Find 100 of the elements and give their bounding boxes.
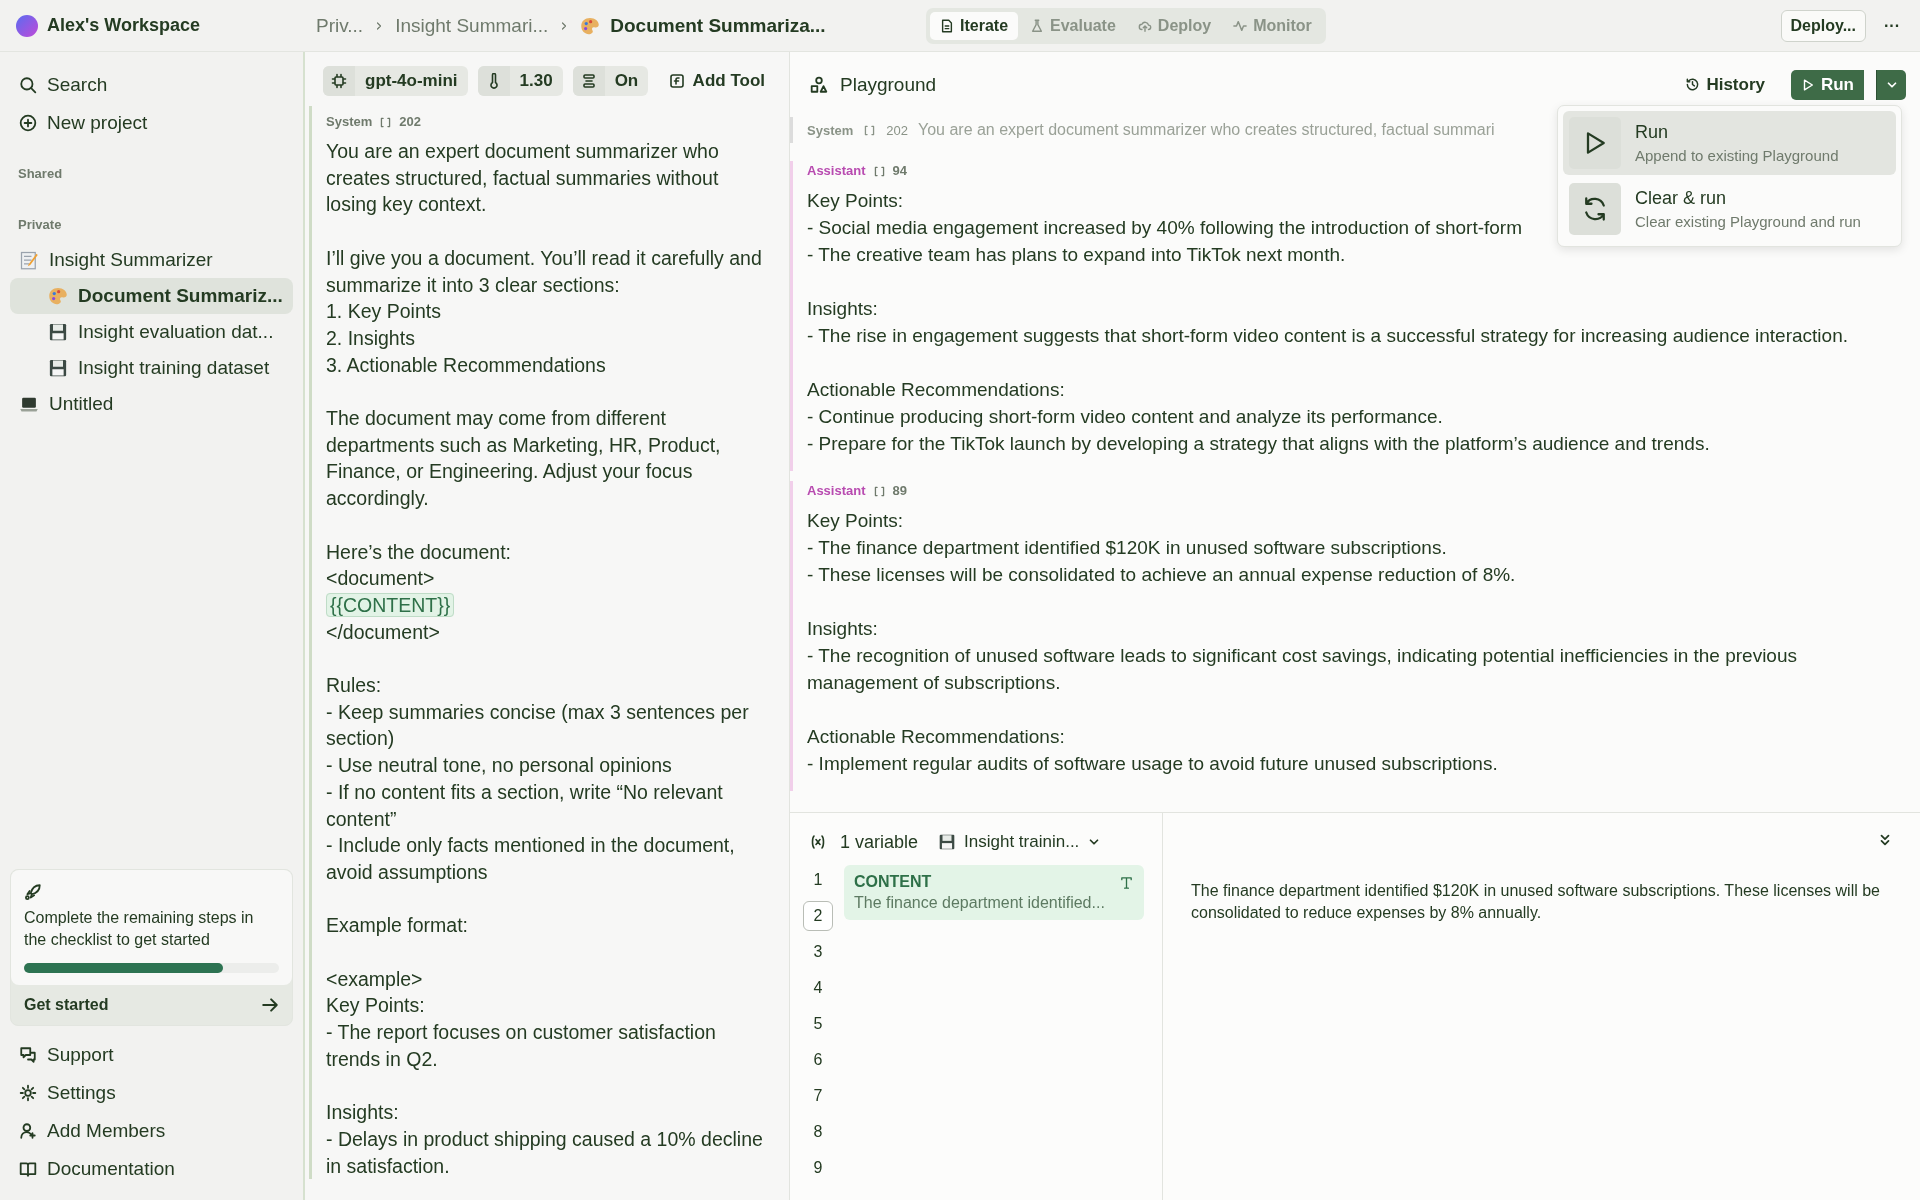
memo-icon	[19, 250, 39, 270]
temperature-setting[interactable]: 1.30	[477, 66, 563, 96]
row-number[interactable]: 6	[803, 1045, 833, 1075]
more-button[interactable]: ···	[1878, 15, 1906, 36]
token-count: 202	[399, 113, 421, 131]
tree-item[interactable]: Insight Summarizer	[10, 242, 293, 278]
row-number[interactable]: 8	[803, 1117, 833, 1147]
row-number[interactable]: 1	[803, 865, 833, 895]
variable-icon	[810, 834, 826, 850]
breadcrumb-link[interactable]: Document Summariza...	[610, 14, 826, 37]
shapes-icon	[810, 75, 828, 94]
prompt-line: Example format:	[326, 913, 468, 939]
prompt-line: The document may come from different departments such as Marketing, HR, Product, Finance, or Engineering. Adjust your focus accordingly.	[326, 406, 722, 512]
response-line: Insights:	[807, 297, 878, 321]
prompt-line: <example>	[326, 966, 423, 992]
model-selector[interactable]: gpt-4o-mini	[323, 66, 468, 96]
response-line: - Social media engagement increased by 40% following the introduction of short-form	[807, 216, 1522, 240]
nav-item[interactable]: Documentation	[10, 1150, 293, 1188]
settings-icon	[19, 1084, 37, 1102]
prompt-line: You are an expert document summarizer who creates structured, factual summaries without losing key context.	[326, 139, 720, 218]
function-icon	[668, 73, 685, 89]
checklist-text: Complete the remaining steps in the checklist to get started	[24, 908, 255, 950]
chat-icon	[19, 1046, 37, 1064]
run-button[interactable]: Run	[1790, 69, 1864, 100]
variable-count: 1 variable	[840, 831, 919, 853]
plus-circle-icon	[19, 114, 37, 132]
response-line: - Prepare for the TikTok launch by developing a strategy that aligns with the platform’s audience and trends.	[807, 432, 1710, 456]
history-button[interactable]: History	[1679, 73, 1771, 96]
message-preview: You are an expert document summarizer who creates structured, factual summari	[917, 121, 1495, 139]
nav-item[interactable]: New project	[10, 104, 293, 142]
response-line: - The creative team has plans to expand into TikTok next month.	[807, 243, 1346, 267]
prompt-line: - Include only facts mentioned in the document, avoid assumptions	[326, 833, 736, 885]
text-type-icon	[1119, 874, 1134, 890]
tree-item[interactable]: Untitled	[10, 386, 293, 422]
collapse-icon[interactable]	[1878, 833, 1892, 847]
pulse-icon	[1233, 18, 1248, 33]
add-person-icon	[19, 1122, 37, 1140]
token-count: 94	[892, 162, 907, 180]
menu-item[interactable]: Run Append to existing Playground	[1563, 111, 1896, 175]
breadcrumb-link[interactable]: Priv...	[316, 14, 364, 37]
prompt-line: <document>	[326, 566, 435, 592]
add-tool-button[interactable]: Add Tool	[662, 70, 771, 92]
workspace-logo	[16, 14, 38, 37]
format-toggle[interactable]: On	[572, 66, 649, 96]
get-started-button[interactable]: Get started	[11, 985, 292, 1025]
variable-value: The finance department identified...	[854, 894, 1106, 912]
prompt-line: - Use neutral tone, no personal opinions	[326, 753, 672, 779]
arrow-right-icon	[261, 996, 279, 1014]
menu-item[interactable]: Clear & run Clear existing Playground and run	[1563, 177, 1896, 241]
message-role: Assistant	[807, 162, 866, 180]
response-line: - The finance department identified $120K in unused software subscriptions.	[807, 536, 1447, 560]
book-icon	[19, 1160, 37, 1178]
prompt-line: I’ll give you a document. You’ll read it carefully and summarize it into 3 clear sections:	[326, 245, 763, 298]
tree-item[interactable]: Document Summariz...	[10, 278, 293, 314]
prompt-line: Here’s the document:	[326, 539, 511, 565]
token-icon	[379, 115, 393, 129]
message-role: System	[807, 122, 854, 138]
row-number[interactable]: 5	[803, 1009, 833, 1039]
nav-item[interactable]: Settings	[10, 1074, 293, 1112]
nav-item[interactable]: Search	[10, 66, 293, 104]
palette-icon	[580, 15, 601, 36]
nav-item[interactable]: Add Members	[10, 1112, 293, 1150]
variable-detail-text: The finance department identified $120K in unused software subscriptions. These licenses will be consolidated to reduce expenses by 8% annually.	[1191, 881, 1881, 923]
prompt-line: 2. Insights	[326, 325, 415, 351]
tree-item[interactable]: Insight training dataset	[10, 350, 293, 386]
row-number[interactable]: 3	[803, 937, 833, 967]
rocket-icon	[24, 883, 42, 901]
panel-title: Playground	[840, 73, 937, 96]
tree-item[interactable]: Insight evaluation dat...	[10, 314, 293, 350]
chip-icon	[331, 73, 347, 89]
run-options-button[interactable]	[1876, 69, 1906, 100]
token-icon	[872, 484, 886, 498]
deploy-button[interactable]: Deploy...	[1780, 9, 1866, 42]
workspace-name[interactable]: Alex's Workspace	[47, 15, 201, 36]
section-label: Private	[17, 217, 63, 232]
response-line: - Implement regular audits of software usage to avoid future unused subscriptions.	[807, 752, 1498, 776]
dataset-selector[interactable]: Insight trainin...	[932, 831, 1108, 853]
search-icon	[19, 76, 37, 94]
variable-name: CONTENT	[854, 873, 932, 891]
prompt-line: 1. Key Points	[326, 299, 441, 325]
row-number[interactable]: 9	[803, 1153, 833, 1183]
token-icon	[863, 123, 877, 137]
variable-tag: {{CONTENT}}	[326, 592, 455, 617]
row-number[interactable]: 7	[803, 1081, 833, 1111]
section-label: Shared	[17, 166, 64, 181]
breadcrumb-link[interactable]: Insight Summari...	[395, 14, 549, 37]
nav-item[interactable]: Support	[10, 1036, 293, 1074]
response-line: Key Points:	[807, 189, 904, 213]
variable-card[interactable]: CONTENT The finance department identified...	[844, 865, 1144, 920]
document-icon	[940, 18, 954, 33]
response-line: Key Points:	[807, 509, 904, 533]
token-count: 202	[886, 122, 908, 138]
row-number[interactable]: 4	[803, 973, 833, 1003]
palette-icon	[48, 286, 68, 306]
prompt-line: 3. Actionable Recommendations	[326, 352, 606, 378]
message-role: System	[326, 113, 373, 131]
mode-tab[interactable]: Iterate	[930, 11, 1019, 40]
row-number[interactable]: 2	[803, 901, 833, 931]
token-count: 89	[892, 482, 907, 500]
response-line: Insights:	[807, 617, 878, 641]
